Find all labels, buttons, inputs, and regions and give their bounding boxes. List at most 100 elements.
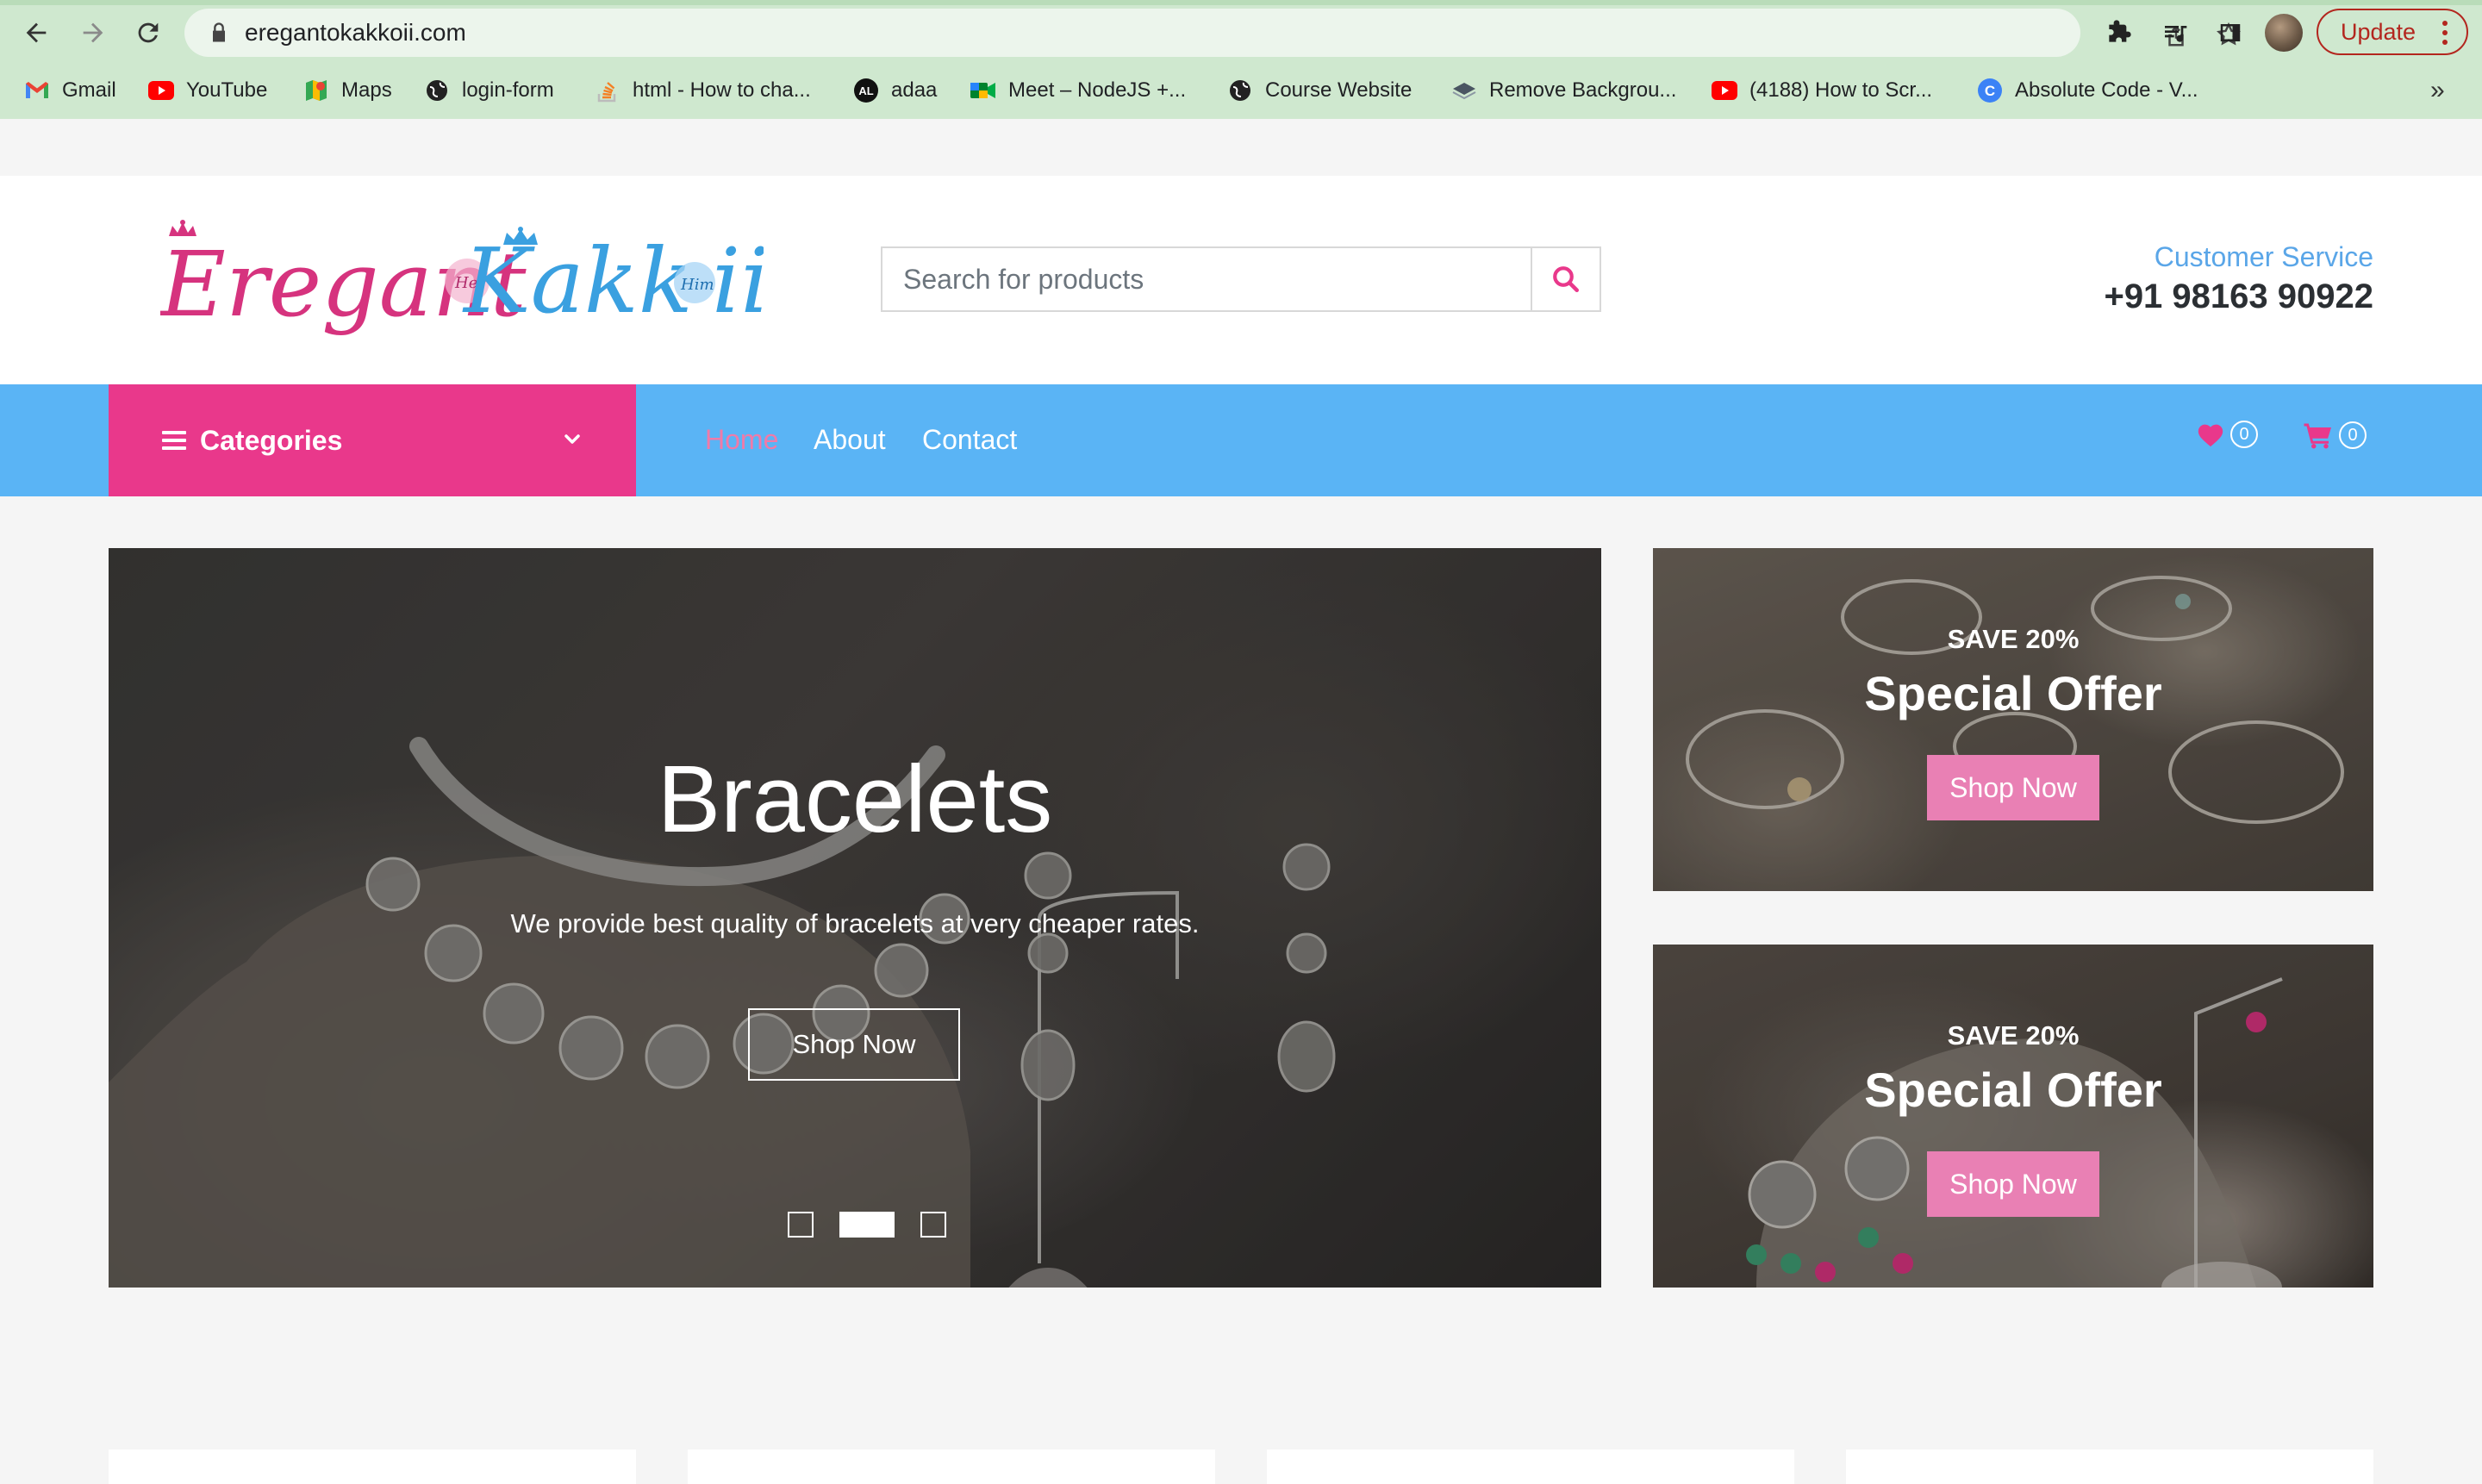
offer-title: Special Offer [1864, 666, 2162, 720]
globe-icon [424, 78, 450, 103]
update-button[interactable]: Update [2317, 9, 2468, 55]
feature-card [109, 1450, 636, 1484]
url-text: eregantokakkoii.com [245, 19, 466, 46]
offer-save-label: SAVE 20% [1947, 1020, 2080, 1051]
bookmark-label: Absolute Code - V... [2015, 78, 2198, 102]
meet-icon [970, 78, 996, 103]
bookmark-label: Remove Backgrou... [1489, 78, 1677, 102]
heart-icon [2198, 424, 2223, 447]
svg-text:C: C [1985, 83, 1995, 99]
profile-avatar[interactable] [2265, 14, 2303, 52]
side-panel-button[interactable] [2210, 12, 2251, 53]
main-navbar: Categories Home About Contact 0 0 [0, 384, 2482, 496]
bookmark-adaa[interactable]: AL adaa [853, 74, 937, 107]
svg-text:Him: Him [680, 276, 714, 294]
categories-label: Categories [200, 424, 343, 456]
bookmark-label: YouTube [186, 78, 268, 102]
carousel-dot-2[interactable] [839, 1212, 895, 1238]
media-control-button[interactable] [2155, 12, 2196, 53]
youtube-icon [1712, 78, 1737, 103]
puzzle-icon [2109, 20, 2131, 42]
offer-shop-now-button[interactable]: Shop Now [1927, 1151, 2099, 1217]
globe-icon [1227, 78, 1253, 103]
nav-link-about[interactable]: About [814, 424, 886, 456]
youtube-icon [148, 78, 174, 103]
bookmark-login-form[interactable]: login-form [424, 74, 554, 107]
cart-count-badge: 0 [2339, 421, 2367, 449]
hamburger-icon [162, 427, 186, 454]
customer-service-label: Customer Service [2154, 241, 2373, 272]
site-header: Eregant Her Kakk Him ii Customer Service… [0, 176, 2482, 384]
browser-chrome: eregantokakkoii.com Update Gmail YouTube… [0, 0, 2482, 119]
bookmark-label: Course Website [1265, 78, 1412, 102]
wishlist-button[interactable]: 0 [2196, 421, 2258, 448]
reload-button[interactable] [128, 12, 169, 53]
bookmark-youtube[interactable]: YouTube [148, 74, 267, 107]
nav-link-contact[interactable]: Contact [922, 424, 1017, 456]
shopping-cart-icon [2304, 423, 2331, 449]
more-menu-icon[interactable] [2442, 21, 2448, 49]
playlist-icon [2165, 26, 2187, 42]
carousel-dot-1[interactable] [788, 1212, 814, 1238]
forward-arrow-icon [83, 22, 103, 43]
lock-icon [213, 22, 225, 42]
absolutecode-icon: C [1977, 78, 2003, 103]
bookmark-course-website[interactable]: Course Website [1227, 74, 1412, 107]
back-button[interactable] [16, 12, 57, 53]
bookmark-label: Maps [341, 78, 392, 102]
side-panel-icon [2220, 24, 2241, 41]
offer-shop-now-button[interactable]: Shop Now [1927, 755, 2099, 820]
offer-card-earrings: SAVE 20% Special Offer Shop Now [1653, 945, 2373, 1288]
address-bar[interactable]: eregantokakkoii.com [184, 9, 2241, 57]
offer-title: Special Offer [1864, 1063, 2162, 1117]
bookmark-remove-bg[interactable]: Remove Backgrou... [1451, 74, 1676, 107]
cart-button[interactable]: 0 [2303, 421, 2367, 450]
update-label: Update [2341, 18, 2417, 45]
bookmark-label: Meet – NodeJS +... [1008, 78, 1187, 102]
bookmark-label: Gmail [62, 78, 116, 102]
bookmark-label: login-form [462, 78, 554, 102]
svg-text:Kakk: Kakk [462, 228, 693, 334]
carousel-indicators [788, 1212, 972, 1238]
nav-link-home[interactable]: Home [705, 424, 778, 456]
reload-icon [138, 22, 159, 43]
extensions-button[interactable] [2098, 12, 2139, 53]
bookmark-gmail[interactable]: Gmail [24, 74, 116, 107]
bookmark-label: html - How to cha... [633, 78, 811, 102]
feature-card [1267, 1450, 1794, 1484]
forward-button[interactable] [72, 12, 114, 53]
hero-subtitle: We provide best quality of bracelets at … [510, 908, 1200, 938]
hero-title: Bracelets [657, 746, 1053, 852]
bookmark-absolute-code[interactable]: C Absolute Code - V... [1977, 74, 2198, 107]
chevron-down-icon [564, 434, 580, 444]
hero-carousel[interactable]: Bracelets We provide best quality of bra… [109, 548, 1601, 1288]
brand-logo[interactable]: Eregant Her Kakk Him ii [160, 210, 764, 348]
bookmark-youtube-video[interactable]: (4188) How to Scr... [1712, 74, 1932, 107]
offer-save-label: SAVE 20% [1947, 624, 2080, 654]
feature-card [688, 1450, 1215, 1484]
bookmark-maps[interactable]: Maps [303, 74, 392, 107]
carousel-dot-3[interactable] [920, 1212, 946, 1238]
bookmark-meet[interactable]: Meet – NodeJS +... [970, 74, 1186, 107]
svg-text:ii: ii [712, 228, 764, 334]
bookmarks-overflow-button[interactable]: » [2430, 76, 2445, 105]
svg-text:AL: AL [858, 84, 873, 97]
stackoverflow-icon [595, 78, 620, 103]
hero-shop-now-button[interactable]: Shop Now [748, 1008, 960, 1081]
wishlist-count-badge: 0 [2230, 421, 2258, 448]
bookmark-stackoverflow[interactable]: html - How to cha... [595, 74, 811, 107]
offer-card-bracelets: SAVE 20% Special Offer Shop Now [1653, 548, 2373, 891]
back-arrow-icon [26, 22, 47, 43]
chrome-top-border [0, 0, 2482, 5]
gmail-icon [24, 78, 50, 103]
categories-dropdown[interactable]: Categories [109, 384, 636, 496]
adaa-icon: AL [853, 78, 879, 103]
search-input[interactable] [881, 246, 1531, 312]
feature-card [1846, 1450, 2373, 1484]
search-icon [1553, 266, 1579, 292]
search-button[interactable] [1531, 246, 1601, 312]
bookmarks-bar: Gmail YouTube Maps login-form html - How… [0, 71, 2482, 110]
removebg-icon [1451, 78, 1477, 103]
customer-service-phone[interactable]: +91 98163 90922 [2104, 277, 2373, 316]
bookmark-label: adaa [891, 78, 938, 102]
